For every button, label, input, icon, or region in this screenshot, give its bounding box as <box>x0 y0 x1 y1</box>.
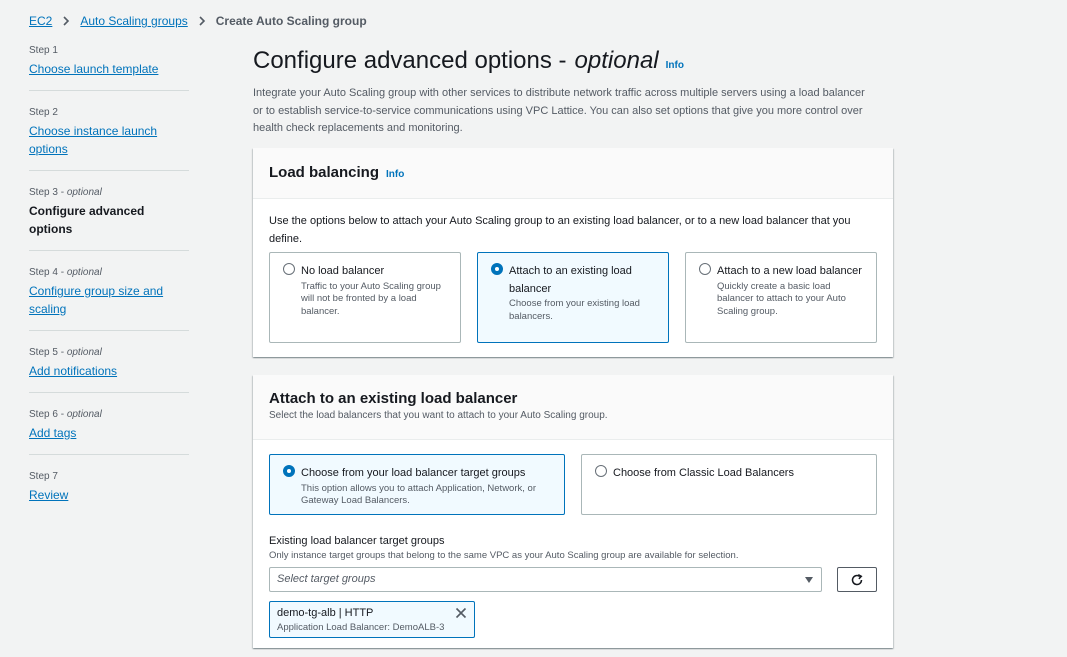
step-link-choose-instance-launch-options[interactable]: Choose instance launch options <box>29 122 189 158</box>
target-groups-select[interactable]: Select target groups <box>269 567 823 592</box>
breadcrumb: EC2 Auto Scaling groups Create Auto Scal… <box>29 14 367 28</box>
page-title-text: Configure advanced options - <box>253 47 567 74</box>
step-label: Step 3 - optional <box>29 187 102 198</box>
existing-load-balancer-panel: Attach to an existing load balancer Sele… <box>253 375 893 648</box>
step-label: Step 4 - optional <box>29 267 102 278</box>
step-label: Step 2 <box>29 107 58 118</box>
step-label: Step 1 <box>29 45 58 56</box>
step-current-configure-advanced-options: Configure advanced options <box>29 204 145 236</box>
option-title: No load balancer <box>301 265 385 277</box>
option-title: Choose from Classic Load Balancers <box>613 467 794 479</box>
step-2: Step 2 Choose instance launch options <box>29 106 189 171</box>
step-label: Step 6 - optional <box>29 409 102 420</box>
radio-button-selected[interactable] <box>491 263 503 275</box>
step-4: Step 4 - optional Configure group size a… <box>29 266 189 331</box>
breadcrumb-ec2[interactable]: EC2 <box>29 14 52 28</box>
refresh-icon <box>851 573 863 585</box>
step-label: Step 5 - optional <box>29 347 102 358</box>
step-link-add-tags[interactable]: Add tags <box>29 424 189 442</box>
page-intro: Integrate your Auto Scaling group with o… <box>253 87 865 134</box>
chevron-right-icon <box>199 16 205 26</box>
option-title: Attach to an existing load balancer <box>509 265 632 295</box>
field-description: Only instance target groups that belong … <box>269 550 739 561</box>
step-5: Step 5 - optional Add notifications <box>29 346 189 393</box>
wizard-steps: Step 1 Choose launch template Step 2 Cho… <box>29 44 189 531</box>
field-label: Existing load balancer target groups <box>269 535 445 547</box>
info-link[interactable]: Info <box>666 51 684 81</box>
step-7: Step 7 Review <box>29 470 189 516</box>
panel-title: Attach to an existing load balancer <box>269 390 518 407</box>
option-attach-new-load-balancer[interactable]: Attach to a new load balancer Quickly cr… <box>685 252 877 343</box>
token-title: demo-tg-alb | HTTP <box>277 607 374 619</box>
option-description: Choose from your existing load balancers… <box>509 298 640 322</box>
panel-body: Choose from your load balancer target gr… <box>253 454 893 638</box>
radio-button[interactable] <box>283 263 295 275</box>
page-title-optional: optional <box>574 47 659 74</box>
page-title: Configure advanced options - optional In… <box>253 46 893 81</box>
info-link[interactable]: Info <box>386 166 404 184</box>
load-balancing-panel: Load balancing Info Use the options belo… <box>253 148 893 357</box>
option-title: Attach to a new load balancer <box>717 265 862 277</box>
select-placeholder: Select target groups <box>277 573 376 585</box>
panel-title-text: Load balancing <box>269 164 380 181</box>
option-description: Traffic to your Auto Scaling group will … <box>301 280 441 318</box>
option-description: This option allows you to attach Applica… <box>301 482 536 507</box>
panel-header: Attach to an existing load balancer Sele… <box>253 375 893 440</box>
breadcrumb-current: Create Auto Scaling group <box>215 14 367 28</box>
radio-button[interactable] <box>699 263 711 275</box>
option-title: Choose from your load balancer target gr… <box>301 467 526 479</box>
caret-down-icon <box>805 577 814 583</box>
panel-title: Load balancing Info <box>269 164 877 184</box>
refresh-button[interactable] <box>837 567 877 592</box>
panel-description: Use the options below to attach your Aut… <box>269 215 851 245</box>
target-source-options: Choose from your load balancer target gr… <box>269 454 877 515</box>
option-no-load-balancer[interactable]: No load balancer Traffic to your Auto Sc… <box>269 252 461 343</box>
option-classic-load-balancers[interactable]: Choose from Classic Load Balancers <box>581 454 877 515</box>
panel-body: Use the options below to attach your Aut… <box>253 212 893 343</box>
step-1: Step 1 Choose launch template <box>29 44 189 91</box>
panel-header: Load balancing Info <box>253 148 893 199</box>
panel-description: Select the load balancers that you want … <box>269 410 608 421</box>
load-balancer-options: No load balancer Traffic to your Auto Sc… <box>269 252 877 343</box>
select-row: Select target groups <box>269 567 877 592</box>
option-description: Quickly create a basic load balancer to … <box>717 280 846 318</box>
step-6: Step 6 - optional Add tags <box>29 408 189 455</box>
option-target-groups[interactable]: Choose from your load balancer target gr… <box>269 454 565 515</box>
main-content: Configure advanced options - optional In… <box>253 46 893 138</box>
chevron-right-icon <box>63 16 70 26</box>
radio-button-selected[interactable] <box>283 465 295 477</box>
radio-button[interactable] <box>595 465 607 477</box>
option-attach-existing-load-balancer[interactable]: Attach to an existing load balancer Choo… <box>477 252 669 343</box>
step-link-choose-launch-template[interactable]: Choose launch template <box>29 60 189 78</box>
step-link-configure-group-size[interactable]: Configure group size and scaling <box>29 282 189 318</box>
step-3: Step 3 - optional Configure advanced opt… <box>29 186 189 251</box>
step-label: Step 7 <box>29 471 58 482</box>
token-description: Application Load Balancer: DemoALB-3 <box>277 622 445 633</box>
close-icon[interactable] <box>455 607 467 619</box>
selected-target-group-token: demo-tg-alb | HTTP Application Load Bala… <box>269 601 475 638</box>
step-link-add-notifications[interactable]: Add notifications <box>29 362 189 380</box>
step-link-review[interactable]: Review <box>29 486 189 504</box>
breadcrumb-auto-scaling-groups[interactable]: Auto Scaling groups <box>80 14 187 28</box>
